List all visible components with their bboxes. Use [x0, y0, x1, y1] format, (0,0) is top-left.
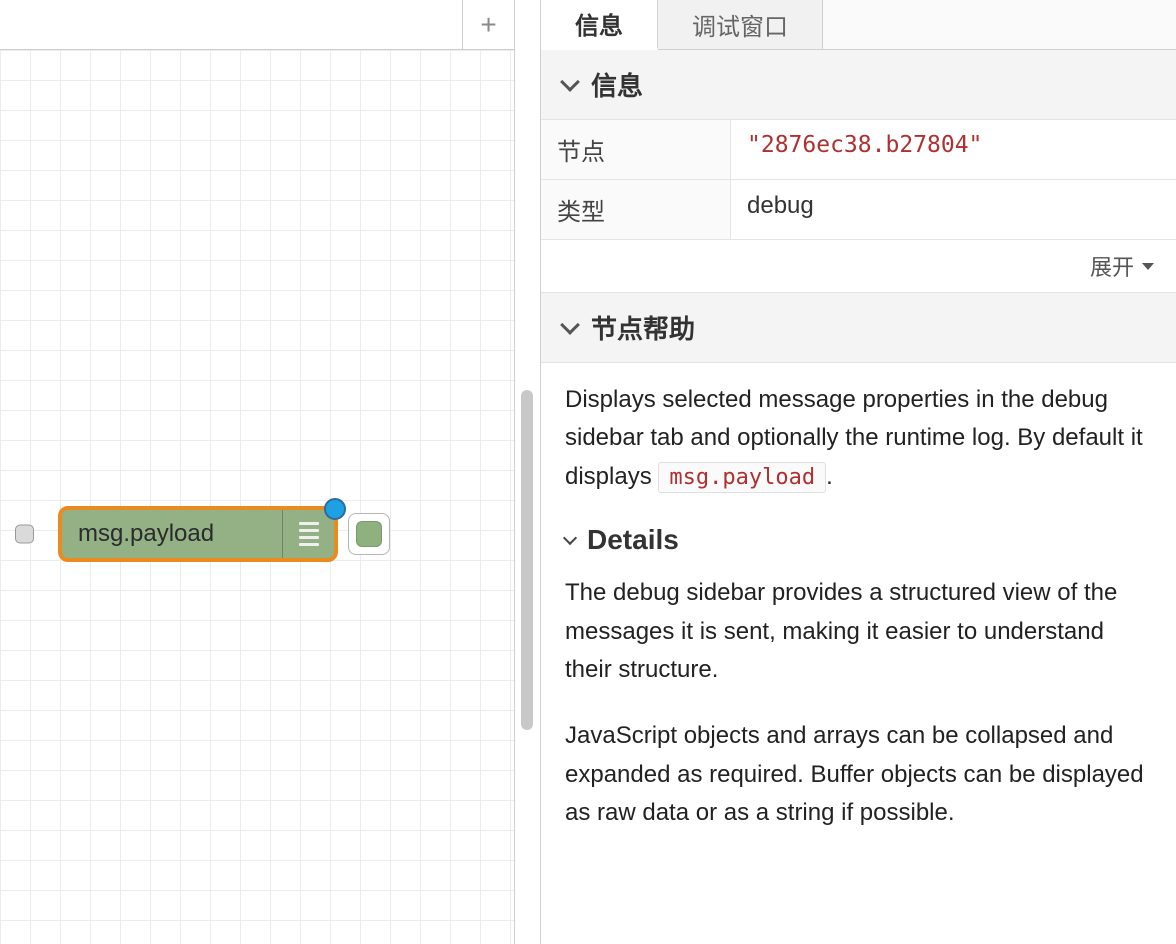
details-paragraph-1: The debug sidebar provides a structured …: [565, 574, 1152, 689]
tab-debug[interactable]: 调试窗口: [658, 0, 823, 49]
scrollbar-thumb[interactable]: [521, 390, 533, 730]
flow-canvas[interactable]: msg.payload: [0, 50, 514, 944]
caret-down-icon: [1142, 263, 1154, 270]
info-section-title: 信息: [591, 66, 643, 103]
details-header[interactable]: Details: [565, 524, 1152, 556]
info-section-header[interactable]: 信息: [541, 50, 1176, 120]
details-title: Details: [587, 524, 679, 556]
expand-row: 展开: [541, 240, 1176, 293]
help-section-title: 节点帮助: [591, 309, 695, 346]
help-paragraph-1: Displays selected message properties in …: [565, 381, 1152, 496]
app-root: + msg.payload 信息 调试窗口: [0, 0, 1176, 944]
add-flow-button[interactable]: +: [462, 0, 514, 50]
chevron-down-icon: [560, 72, 580, 92]
node-input-port[interactable]: [15, 525, 34, 544]
canvas-pane: + msg.payload: [0, 0, 515, 944]
flow-tab-bar: +: [0, 0, 514, 50]
pane-divider[interactable]: [515, 0, 541, 944]
chevron-down-icon: [560, 315, 580, 335]
debug-toggle-indicator: [356, 521, 382, 547]
help-p1-text-b: .: [826, 463, 833, 490]
sidebar-tabs: 信息 调试窗口: [541, 0, 1176, 50]
info-key-type: 类型: [541, 180, 731, 239]
info-key-node: 节点: [541, 120, 731, 179]
help-body: Displays selected message properties in …: [541, 363, 1176, 879]
expand-button[interactable]: 展开: [1090, 250, 1154, 282]
chevron-down-icon: [563, 531, 577, 545]
debug-node[interactable]: msg.payload: [58, 506, 338, 562]
code-msg-payload: msg.payload: [658, 462, 826, 493]
info-row-node: 节点 "2876ec38.b27804": [541, 120, 1176, 180]
debug-icon: [282, 510, 334, 558]
help-section-header[interactable]: 节点帮助: [541, 293, 1176, 363]
tab-info[interactable]: 信息: [541, 0, 658, 50]
info-val-type: debug: [731, 180, 1176, 239]
sidebar: 信息 调试窗口 信息 节点 "2876ec38.b27804" 类型 debug…: [541, 0, 1176, 944]
help-p1-text-a: Displays selected message properties in …: [565, 386, 1143, 490]
info-row-type: 类型 debug: [541, 180, 1176, 240]
debug-toggle-button[interactable]: [348, 513, 390, 555]
info-val-node-id: "2876ec38.b27804": [731, 120, 1176, 179]
details-paragraph-2: JavaScript objects and arrays can be col…: [565, 717, 1152, 832]
unsaved-change-indicator: [324, 498, 346, 520]
expand-label: 展开: [1090, 250, 1134, 282]
node-label: msg.payload: [62, 520, 282, 548]
